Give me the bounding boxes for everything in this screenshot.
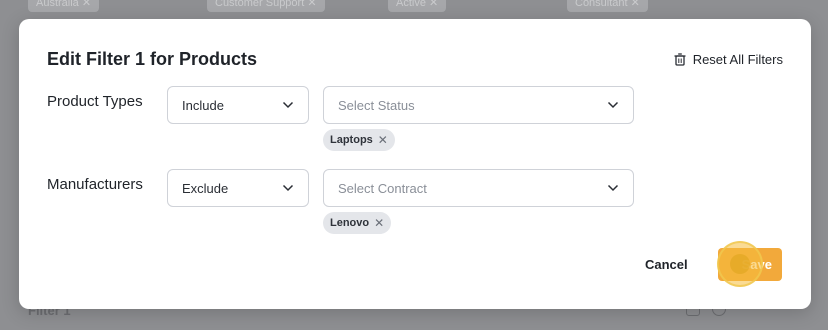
trash-icon — [674, 53, 686, 66]
background-filter-chips: Australia ✕ Customer Support ✕ Active ✕ … — [0, 0, 828, 18]
chevron-down-icon — [282, 184, 294, 192]
cursor-dot — [730, 254, 750, 274]
status-select[interactable]: Select Status — [323, 86, 634, 124]
cancel-button[interactable]: Cancel — [645, 257, 688, 272]
remove-chip-icon[interactable]: ✕ — [374, 217, 384, 229]
status-select-placeholder: Select Status — [338, 97, 415, 113]
reset-all-filters-label: Reset All Filters — [692, 52, 783, 67]
background-chip: Active ✕ — [388, 0, 447, 12]
product-types-label: Product Types — [47, 93, 143, 110]
edit-filter-dialog: Edit Filter 1 for Products Reset All Fil… — [19, 19, 811, 309]
contract-select[interactable]: Select Contract — [323, 169, 634, 207]
remove-chip-icon[interactable]: ✕ — [378, 134, 388, 146]
background-chip: Australia ✕ — [28, 0, 100, 12]
background-chip: Customer Support ✕ — [207, 0, 325, 12]
chevron-down-icon — [282, 101, 294, 109]
chip-label: Laptops — [330, 134, 373, 146]
manufacturers-label: Manufacturers — [47, 176, 143, 193]
background-chip: Consultant ✕ — [567, 0, 648, 12]
chevron-down-icon — [607, 101, 619, 109]
reset-all-filters-button[interactable]: Reset All Filters — [674, 52, 783, 67]
contract-select-placeholder: Select Contract — [338, 180, 427, 196]
selected-status-chip: Laptops ✕ — [323, 129, 395, 151]
product-types-mode-value: Include — [182, 97, 224, 113]
manufacturers-mode-value: Exclude — [182, 180, 229, 196]
selected-contract-chip: Lenovo ✕ — [323, 212, 392, 234]
chevron-down-icon — [607, 184, 619, 192]
chip-label: Lenovo — [330, 217, 370, 229]
manufacturers-mode-select[interactable]: Exclude — [167, 169, 309, 207]
product-types-mode-select[interactable]: Include — [167, 86, 309, 124]
dialog-title: Edit Filter 1 for Products — [47, 49, 258, 69]
